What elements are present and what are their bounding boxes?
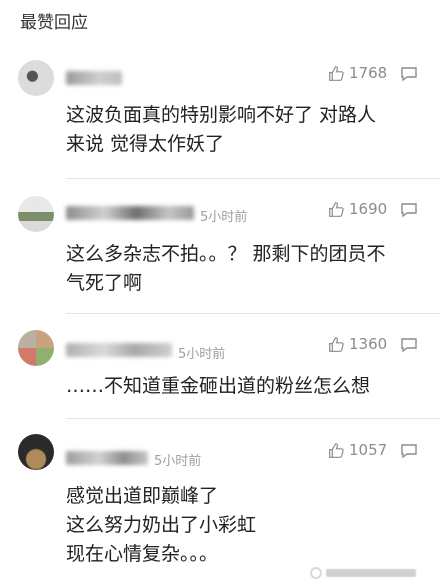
section-title: 最赞回应 [20,13,88,33]
comment-text: 这波负面真的特别影响不好了 对路人 来说 觉得太作妖了 [66,104,377,155]
like-button[interactable]: 1690 [328,200,387,218]
reply-icon[interactable] [400,443,418,463]
reply-icon[interactable] [400,337,418,357]
username-blurred[interactable] [66,206,194,220]
timestamp: 5小时前 [178,347,226,362]
avatar[interactable] [18,330,54,366]
like-button[interactable]: 1360 [328,335,387,353]
watermark [310,566,420,583]
avatar[interactable] [18,196,54,232]
like-button[interactable]: 1768 [328,64,387,82]
username-blurred[interactable] [66,343,172,357]
thumbs-up-icon [328,65,345,82]
thumbs-up-icon [328,442,345,459]
thumbs-up-icon [328,336,345,353]
avatar[interactable] [18,434,54,470]
reply-icon[interactable] [400,66,418,86]
like-count: 1768 [349,64,388,82]
watermark-art [310,567,416,579]
like-button[interactable]: 1057 [328,441,387,459]
thumbs-up-icon [328,201,345,218]
divider [66,313,440,314]
username-blurred[interactable] [66,451,148,465]
like-count: 1360 [349,335,388,353]
comment-text: ……不知道重金砸出道的粉丝怎么想 [66,375,371,397]
like-count: 1690 [349,200,388,218]
comment-text: 感觉出道即巅峰了 这么努力奶出了小彩虹 现在心情复杂。。。 [66,485,257,565]
timestamp: 5小时前 [200,210,248,225]
reply-icon[interactable] [400,202,418,222]
divider [66,178,440,179]
comment-text: 这么多杂志不拍。。？ 那剩下的团员不 气死了啊 [66,243,386,294]
avatar[interactable] [18,60,54,96]
divider [66,418,440,419]
username-blurred[interactable] [66,71,122,85]
timestamp: 5小时前 [154,454,202,469]
like-count: 1057 [349,441,388,459]
